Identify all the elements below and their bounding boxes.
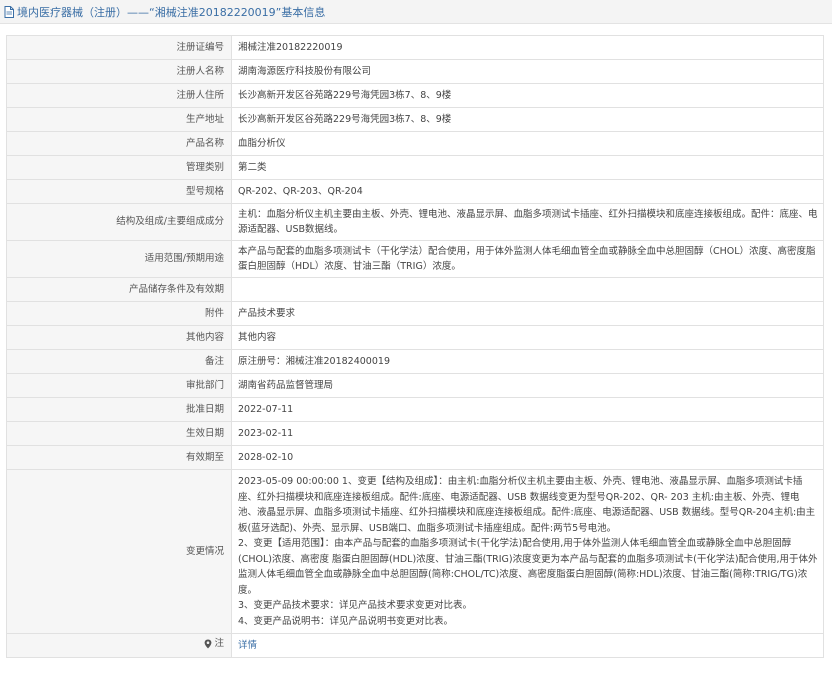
- row-value-approval-date: 2022-07-11: [231, 397, 824, 422]
- table-row: 注 详情: [6, 633, 824, 658]
- row-label-production-address: 生产地址: [6, 107, 232, 132]
- note-label-text: 注: [214, 638, 224, 649]
- row-label-structure: 结构及组成/主要组成成分: [6, 203, 232, 241]
- document-icon: [4, 5, 14, 18]
- row-label-approval-department: 审批部门: [6, 373, 232, 398]
- row-label-attachment: 附件: [6, 301, 232, 326]
- row-label-model-spec: 型号规格: [6, 179, 232, 204]
- table-row: 变更情况 2023-05-09 00:00:00 1、变更【结构及组成】：由主机…: [6, 469, 824, 634]
- row-value-product-name: 血脂分析仪: [231, 131, 824, 156]
- row-label-remark: 备注: [6, 349, 232, 374]
- row-label-other: 其他内容: [6, 325, 232, 350]
- table-row: 注册证编号 湘械注准20182220019: [6, 35, 824, 60]
- row-value-registrant-address: 长沙高新开发区谷苑路229号海凭园3栋7、8、9楼: [231, 83, 824, 108]
- row-label-note: 注: [6, 633, 232, 658]
- table-row: 产品名称 血脂分析仪: [6, 131, 824, 156]
- row-label-registrant-address: 注册人住所: [6, 83, 232, 108]
- row-value-other: 其他内容: [231, 325, 824, 350]
- change-item: 4、变更产品说明书：详见产品说明书变更对比表。: [238, 615, 454, 627]
- note-label-wrap: 注: [204, 637, 224, 651]
- location-pin-icon: [204, 639, 212, 649]
- table-row: 产品储存条件及有效期: [6, 277, 824, 302]
- table-row: 型号规格 QR-202、QR-203、QR-204: [6, 179, 824, 204]
- table-row: 管理类别 第二类: [6, 155, 824, 180]
- row-value-attachment: 产品技术要求: [231, 301, 824, 326]
- table-row: 生产地址 长沙高新开发区谷苑路229号海凭园3栋7、8、9楼: [6, 107, 824, 132]
- row-value-management-class: 第二类: [231, 155, 824, 180]
- row-label-product-name: 产品名称: [6, 131, 232, 156]
- row-value-structure: 主机：血脂分析仪主机主要由主板、外壳、锂电池、液晶显示屏、血脂多项测试卡插座、红…: [231, 203, 824, 241]
- page-title: 境内医疗器械（注册）——“湘械注准20182220019”基本信息: [17, 5, 326, 19]
- row-value-change-history: 2023-05-09 00:00:00 1、变更【结构及组成】：由主机:血脂分析…: [231, 469, 824, 634]
- row-value-effective-date: 2023-02-11: [231, 421, 824, 446]
- table-row: 附件 产品技术要求: [6, 301, 824, 326]
- change-item: 2、变更【适用范围】：由本产品与配套的血脂多项测试卡(干化学法)配合使用,用于体…: [238, 538, 818, 596]
- details-link[interactable]: 详情: [238, 640, 257, 651]
- row-label-intended-use: 适用范围/预期用途: [6, 240, 232, 278]
- table-row: 结构及组成/主要组成成分 主机：血脂分析仪主机主要由主板、外壳、锂电池、液晶显示…: [6, 203, 824, 241]
- change-item: 3、变更产品技术要求：详见产品技术要求变更对比表。: [238, 600, 473, 611]
- row-value-valid-until: 2028-02-10: [231, 445, 824, 470]
- row-value-approval-department: 湖南省药品监督管理局: [231, 373, 824, 398]
- info-table-container: 注册证编号 湘械注准20182220019 注册人名称 湖南海源医疗科技股份有限…: [6, 35, 824, 658]
- table-row: 适用范围/预期用途 本产品与配套的血脂多项测试卡（干化学法）配合使用，用于体外监…: [6, 240, 824, 278]
- row-label-approval-date: 批准日期: [6, 397, 232, 422]
- row-label-registration-number: 注册证编号: [6, 35, 232, 60]
- row-label-registrant-name: 注册人名称: [6, 59, 232, 84]
- row-value-production-address: 长沙高新开发区谷苑路229号海凭园3栋7、8、9楼: [231, 107, 824, 132]
- table-row: 批准日期 2022-07-11: [6, 397, 824, 422]
- info-table: 注册证编号 湘械注准20182220019 注册人名称 湖南海源医疗科技股份有限…: [6, 35, 824, 658]
- row-label-storage: 产品储存条件及有效期: [6, 277, 232, 302]
- row-value-remark: 原注册号：湘械注准20182400019: [231, 349, 824, 374]
- row-value-registration-number: 湘械注准20182220019: [231, 35, 824, 60]
- page-header: 境内医疗器械（注册）——“湘械注准20182220019”基本信息: [0, 0, 832, 24]
- row-value-storage: [231, 277, 824, 302]
- row-value-registrant-name: 湖南海源医疗科技股份有限公司: [231, 59, 824, 84]
- row-value-note: 详情: [231, 633, 824, 658]
- table-row: 备注 原注册号：湘械注准20182400019: [6, 349, 824, 374]
- row-value-intended-use: 本产品与配套的血脂多项测试卡（干化学法）配合使用，用于体外监测人体毛细血管全血或…: [231, 240, 824, 278]
- row-label-effective-date: 生效日期: [6, 421, 232, 446]
- table-row: 注册人住所 长沙高新开发区谷苑路229号海凭园3栋7、8、9楼: [6, 83, 824, 108]
- change-item: 2023-05-09 00:00:00 1、变更【结构及组成】：由主机:血脂分析…: [238, 476, 816, 534]
- table-row: 其他内容 其他内容: [6, 325, 824, 350]
- table-row: 有效期至 2028-02-10: [6, 445, 824, 470]
- row-label-change-history: 变更情况: [6, 469, 232, 634]
- row-value-model-spec: QR-202、QR-203、QR-204: [231, 179, 824, 204]
- row-label-management-class: 管理类别: [6, 155, 232, 180]
- row-label-valid-until: 有效期至: [6, 445, 232, 470]
- table-row: 生效日期 2023-02-11: [6, 421, 824, 446]
- table-row: 注册人名称 湖南海源医疗科技股份有限公司: [6, 59, 824, 84]
- table-row: 审批部门 湖南省药品监督管理局: [6, 373, 824, 398]
